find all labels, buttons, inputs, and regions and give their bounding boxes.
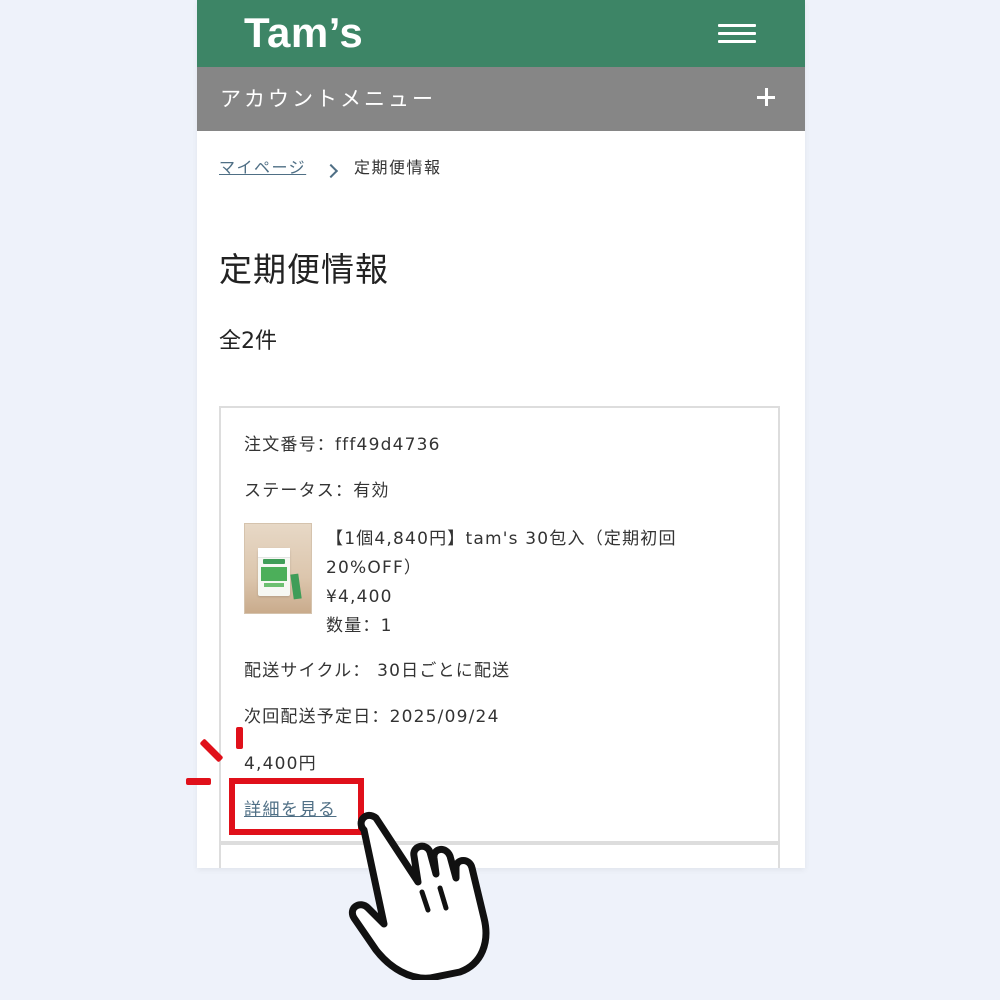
- product-name-line1: 【1個4,840円】tam's 30包入（定期初回: [326, 529, 677, 549]
- product-info: 【1個4,840円】tam's 30包入（定期初回 20%OFF） ¥4,400…: [326, 525, 746, 641]
- site-header: Tam’s: [197, 0, 805, 67]
- plus-icon: [757, 88, 775, 106]
- subscription-card: 注文番号：fff49d4736 ステータス：有効 【1個4,840円】tam's…: [219, 406, 780, 843]
- product-pouch-image: [258, 548, 290, 596]
- breadcrumb-mypage-link[interactable]: マイページ: [219, 156, 306, 180]
- total-price: 4,400円: [244, 754, 317, 774]
- emphasis-mark: [186, 778, 211, 785]
- mobile-screen: Tam’s アカウントメニュー マイページ 定期便情報 定期便情報 全2件 注文…: [197, 0, 805, 868]
- next-delivery-date: 次回配送予定日：2025/09/24: [244, 707, 500, 727]
- account-menu-toggle[interactable]: アカウントメニュー: [197, 67, 805, 131]
- account-menu-label: アカウントメニュー: [220, 87, 436, 111]
- breadcrumb-current: 定期便情報: [354, 158, 442, 177]
- order-number: 注文番号：fff49d4736: [244, 435, 441, 455]
- result-count: 全2件: [219, 329, 277, 354]
- chevron-right-icon: [323, 163, 339, 179]
- product-thumbnail: [244, 523, 312, 614]
- product-price: ¥4,400: [326, 587, 393, 607]
- page-title: 定期便情報: [219, 250, 389, 289]
- product-quantity: 数量：1: [326, 616, 393, 636]
- delivery-cycle: 配送サイクル： 30日ごとに配送: [244, 661, 511, 681]
- emphasis-mark: [236, 727, 243, 749]
- subscription-card-2: [219, 843, 780, 868]
- product-name-line2: 20%OFF）: [326, 558, 423, 578]
- view-details-link[interactable]: 詳細を見る: [244, 797, 337, 823]
- status-text: ステータス：有効: [244, 481, 390, 501]
- hamburger-menu-icon[interactable]: [718, 22, 756, 46]
- site-logo[interactable]: Tam’s: [244, 5, 363, 61]
